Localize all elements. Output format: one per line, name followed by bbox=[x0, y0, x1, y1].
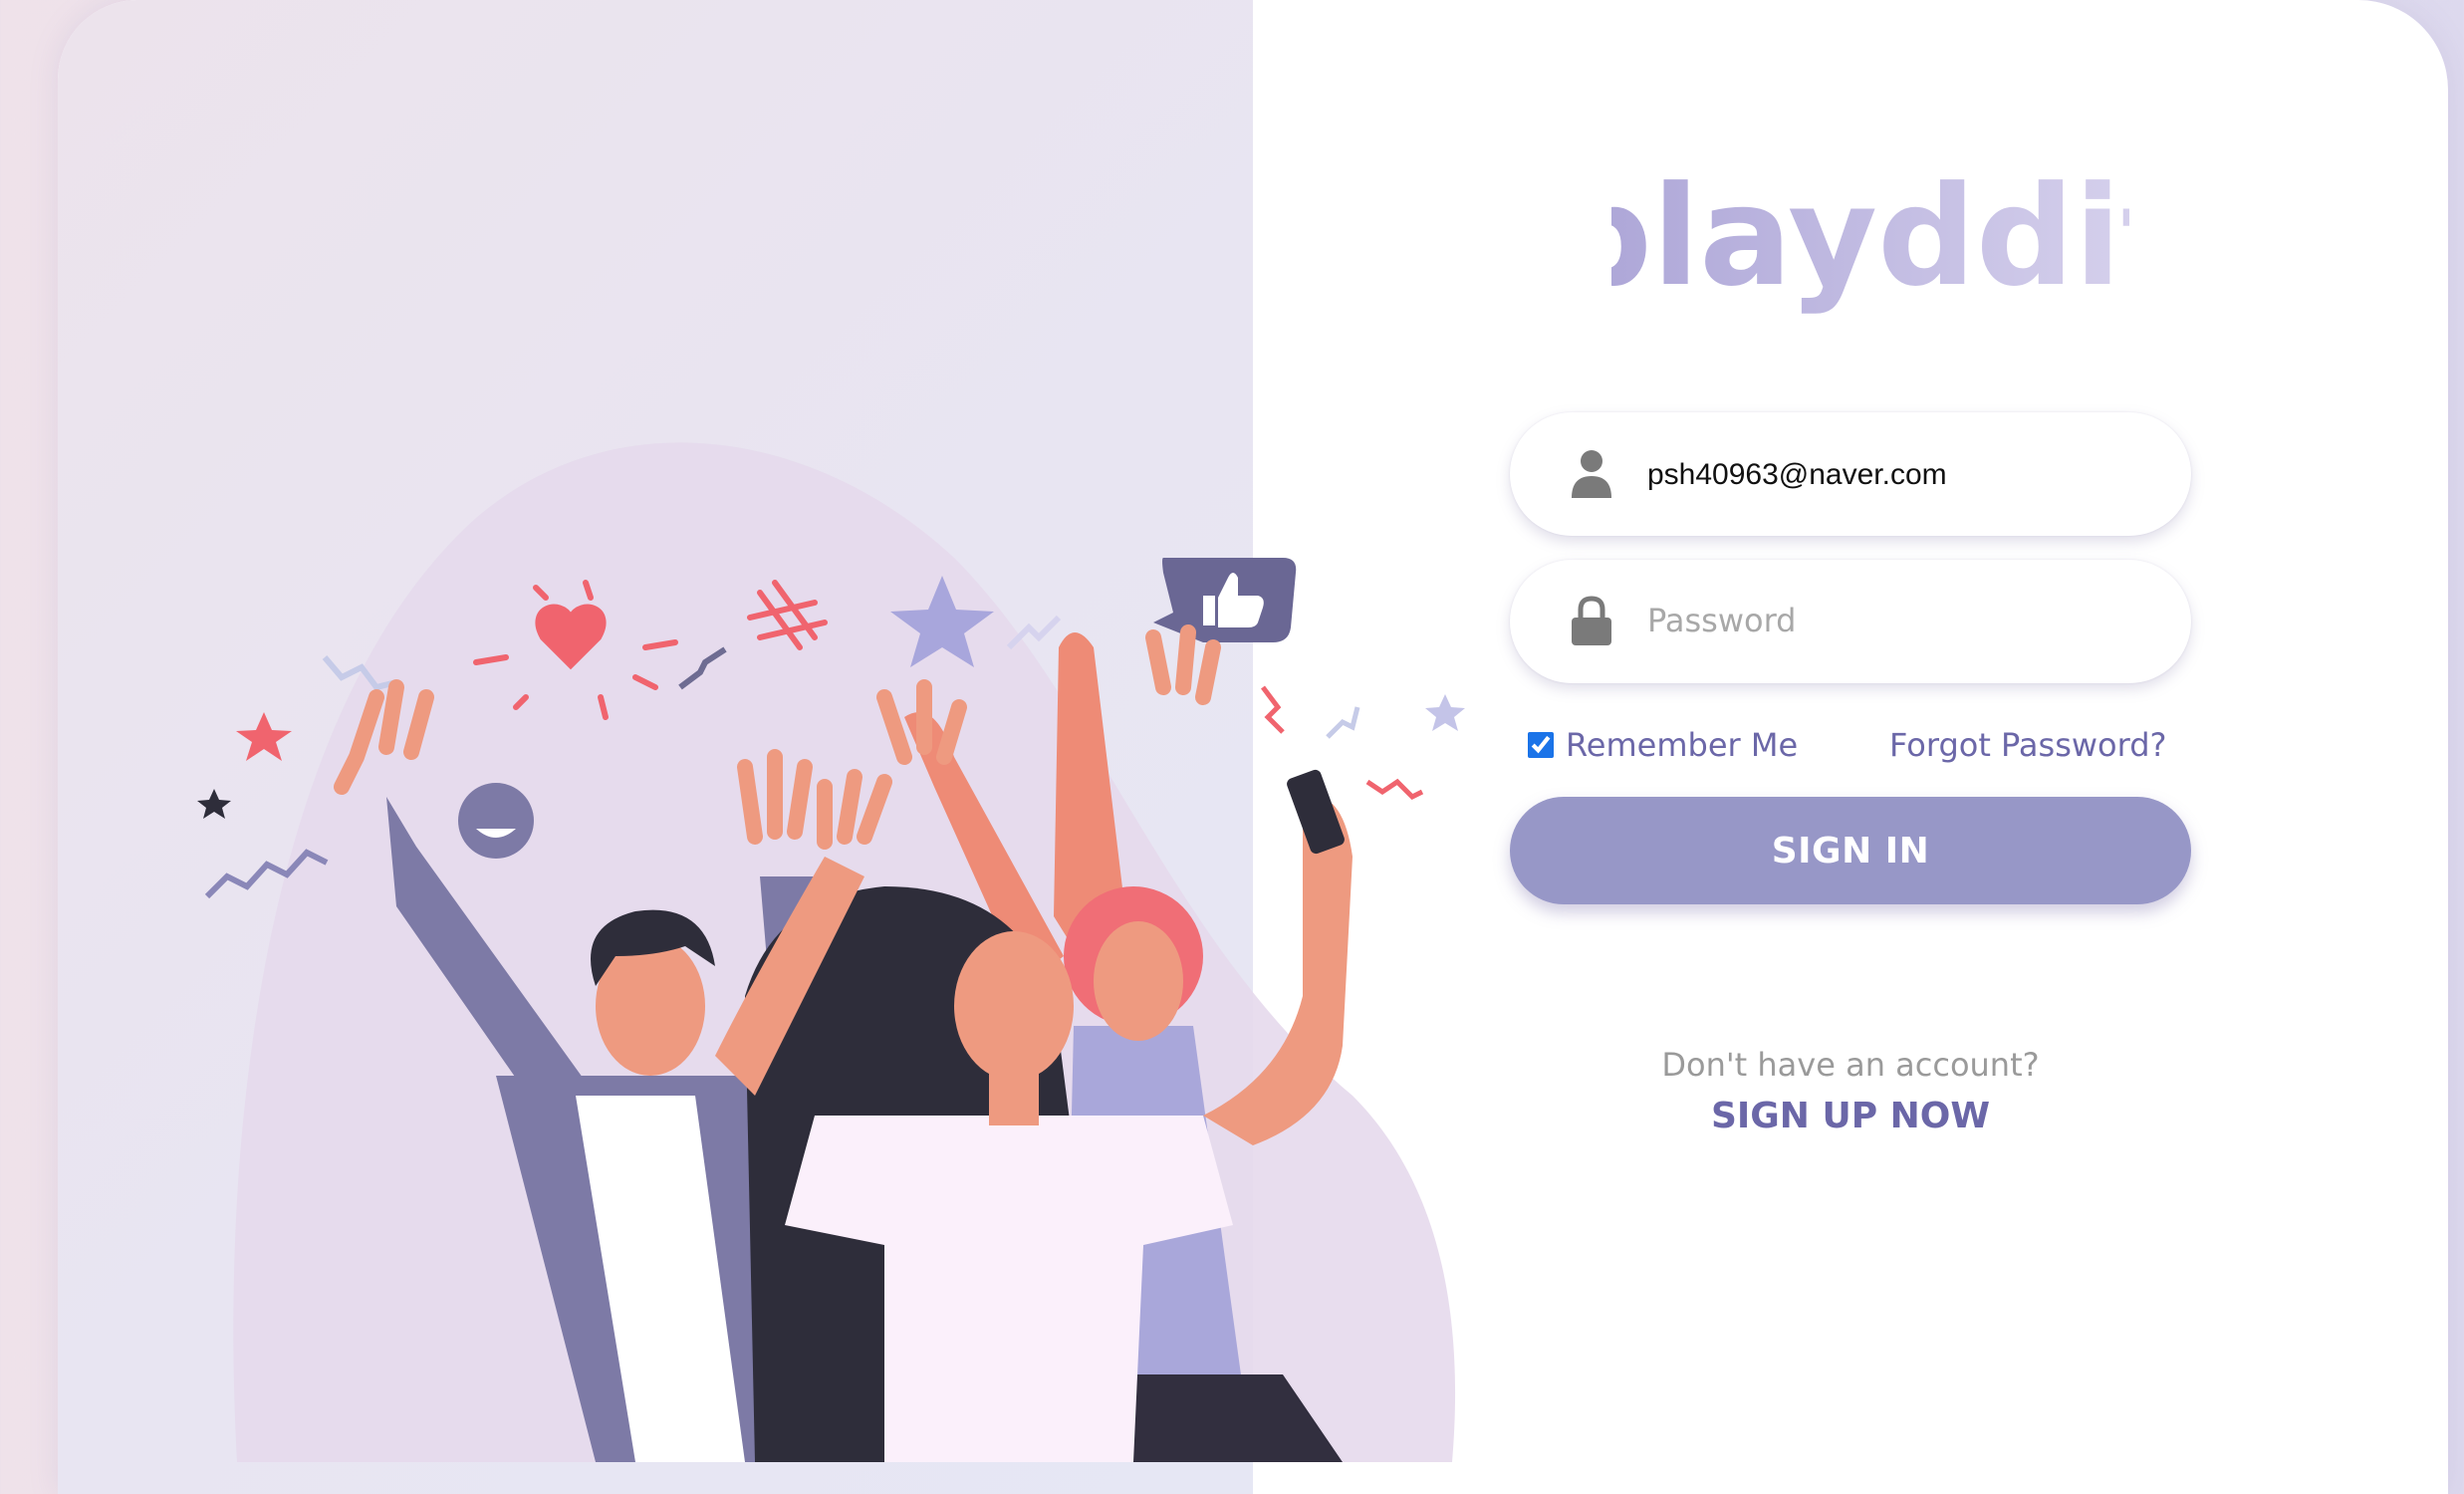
password-field[interactable] bbox=[1510, 560, 2191, 683]
email-field[interactable] bbox=[1510, 412, 2191, 536]
email-input[interactable] bbox=[1645, 442, 2167, 508]
remember-me-label: Remember Me bbox=[1566, 726, 1799, 764]
sign-up-link[interactable]: SIGN UP NOW bbox=[1510, 1096, 2191, 1136]
remember-me-checkbox[interactable] bbox=[1528, 732, 1554, 758]
celebration-illustration bbox=[197, 442, 1465, 1462]
no-account-prompt: Don't have an account? bbox=[1661, 1046, 2040, 1084]
remember-me[interactable]: Remember Me bbox=[1528, 725, 1798, 765]
user-icon bbox=[1572, 450, 1611, 498]
forgot-password-link[interactable]: Forgot Password? bbox=[1889, 725, 2167, 765]
svg-text:playddit: playddit bbox=[1611, 169, 2129, 317]
password-input[interactable] bbox=[1645, 590, 2167, 655]
lock-icon bbox=[1572, 596, 1611, 645]
sign-in-button[interactable]: SIGN IN bbox=[1510, 797, 2191, 904]
playddit-logo: playddit bbox=[1554, 156, 2187, 349]
